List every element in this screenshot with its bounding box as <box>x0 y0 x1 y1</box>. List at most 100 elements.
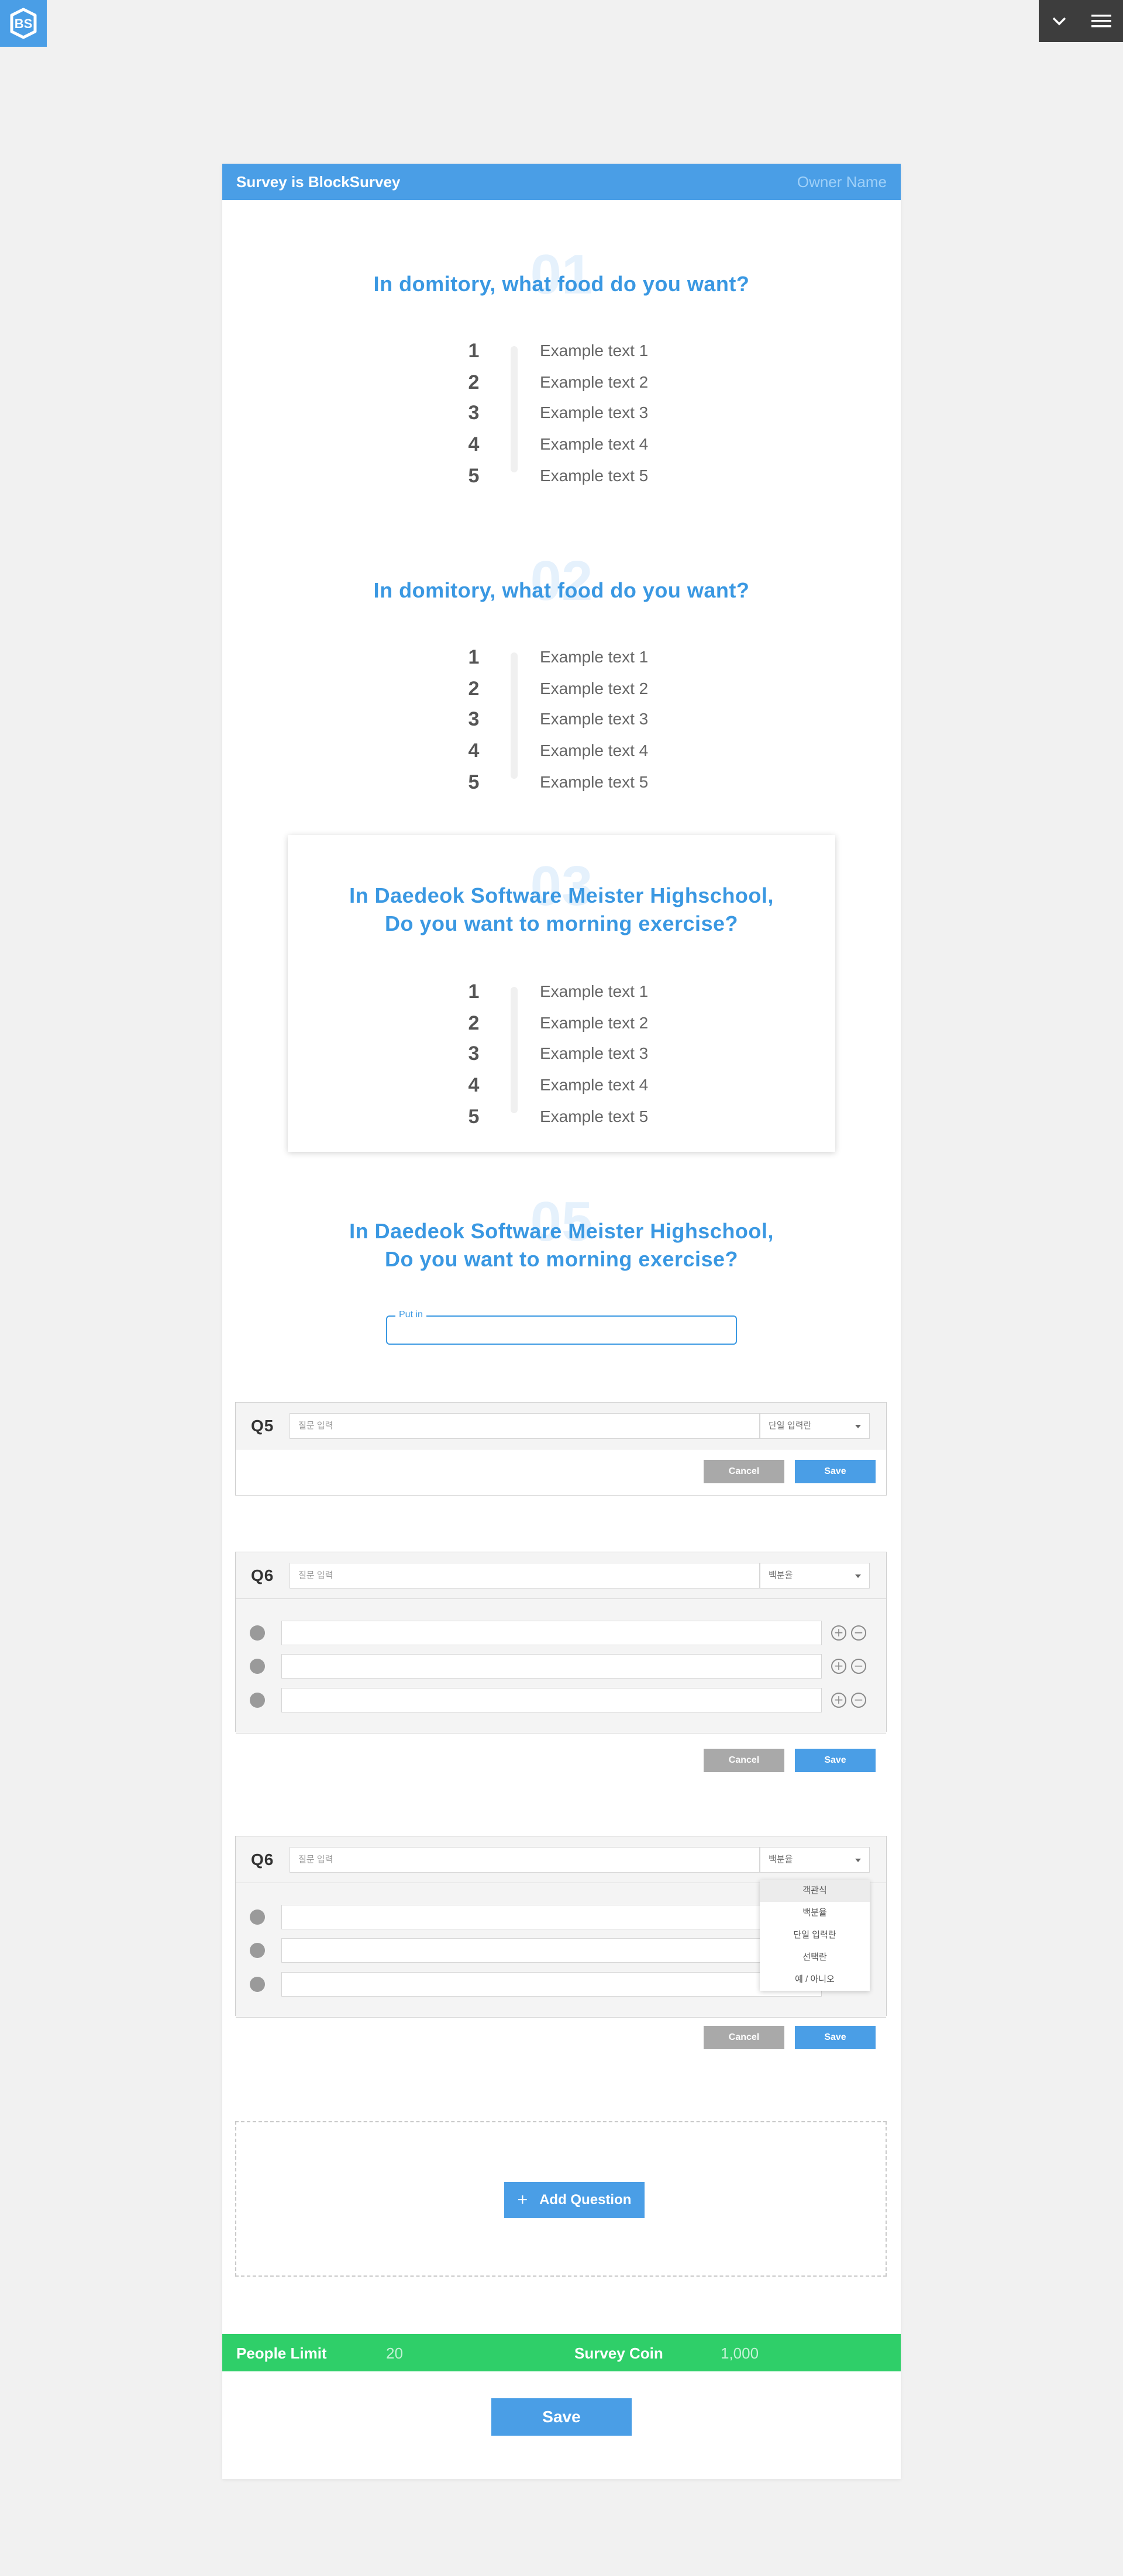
option-item[interactable]: 3 Example text 3 <box>462 1042 696 1065</box>
plus-circle-icon[interactable]: + <box>831 1659 846 1674</box>
option-item[interactable]: 1 Example text 1 <box>462 645 696 669</box>
option-item[interactable]: 4 Example text 4 <box>462 433 696 456</box>
minus-circle-icon[interactable]: − <box>851 1693 866 1708</box>
option-item[interactable]: 4 Example text 4 <box>462 1073 696 1097</box>
app-logo[interactable]: BS <box>0 0 47 47</box>
option-text: Example text 5 <box>540 1107 649 1125</box>
plus-icon: + <box>517 2190 528 2209</box>
question-type-value: 백분율 <box>769 1855 793 1864</box>
survey-header: Survey is BlockSurvey Owner Name <box>222 164 901 200</box>
option-number: 5 <box>468 771 480 793</box>
minus-circle-icon[interactable]: − <box>851 1625 866 1641</box>
plus-circle-icon[interactable]: + <box>831 1625 846 1641</box>
save-button[interactable]: Save <box>795 2026 876 2049</box>
option-text: Example text 4 <box>540 1076 649 1094</box>
option-text: Example text 5 <box>540 773 649 791</box>
dropdown-option[interactable]: 백분율 <box>760 1902 870 1924</box>
option-number: 2 <box>468 678 480 700</box>
option-bullet-icon <box>250 1909 265 1925</box>
question-title: In domitory, what food do you want? <box>373 272 750 296</box>
option-item[interactable]: 2 Example text 2 <box>462 371 696 394</box>
dropdown-option[interactable]: 객관식 <box>760 1880 870 1902</box>
option-text: Example text 3 <box>540 403 649 422</box>
minus-circle-icon[interactable]: − <box>851 1659 866 1674</box>
option-item[interactable]: 4 Example text 4 <box>462 739 696 762</box>
question-5: 05 In Daedeok Software Meister Highschoo… <box>222 1194 901 1273</box>
option-item[interactable]: 5 Example text 5 <box>462 1105 696 1128</box>
question-editor-q6-dropdown: Q6 질문 입력 백분율 Cancel Save 객관식 백분율 단일 입력란 … <box>235 1836 887 2049</box>
answer-input[interactable]: Put in <box>386 1310 737 1345</box>
caret-down-icon <box>855 1425 861 1428</box>
option-input[interactable] <box>281 1905 822 1929</box>
option-number: 3 <box>468 1042 480 1065</box>
option-text: Example text 4 <box>540 435 649 453</box>
caret-down-icon <box>855 1574 861 1578</box>
save-button[interactable]: Save <box>795 1460 876 1483</box>
option-text: Example text 2 <box>540 679 649 697</box>
survey-coin-value[interactable]: 1,000 <box>721 2344 759 2363</box>
cancel-button[interactable]: Cancel <box>704 1749 784 1772</box>
option-text: Example text 4 <box>540 741 649 759</box>
chevron-down-icon[interactable] <box>1049 11 1069 31</box>
hamburger-icon[interactable] <box>1090 11 1112 31</box>
question-input[interactable]: 질문 입력 <box>290 1847 760 1873</box>
question-input[interactable]: 질문 입력 <box>290 1563 760 1589</box>
question-type-value: 단일 입력란 <box>769 1421 812 1431</box>
option-input[interactable] <box>281 1654 822 1679</box>
option-bullet-icon <box>250 1659 265 1674</box>
option-text: Example text 3 <box>540 710 649 728</box>
option-bullet-icon <box>250 1977 265 1992</box>
option-number: 1 <box>468 980 480 1003</box>
add-question-button[interactable]: + Add Question <box>504 2182 645 2218</box>
option-number: 4 <box>468 740 480 762</box>
option-input[interactable] <box>281 1972 822 1997</box>
option-item[interactable]: 3 Example text 3 <box>462 401 696 424</box>
option-text: Example text 3 <box>540 1044 649 1062</box>
people-limit-value[interactable]: 20 <box>386 2344 403 2363</box>
add-question-label: Add Question <box>539 2192 632 2208</box>
question-title-line2: Do you want to morning exercise? <box>384 1247 739 1271</box>
editor-header: Q6 질문 입력 백분율 <box>236 1836 886 1883</box>
plus-circle-icon[interactable]: + <box>831 1693 846 1708</box>
caret-down-icon <box>855 1859 861 1862</box>
option-number: 2 <box>468 1012 480 1034</box>
option-item[interactable]: 2 Example text 2 <box>462 677 696 700</box>
option-input[interactable] <box>281 1938 822 1963</box>
save-survey-button[interactable]: Save <box>491 2398 632 2436</box>
option-text: Example text 1 <box>540 341 649 360</box>
owner-name: Owner Name <box>797 172 887 191</box>
option-item[interactable]: 1 Example text 1 <box>462 339 696 362</box>
logo-text: BS <box>15 16 33 31</box>
question-title-line1: In Daedeok Software Meister Highschool, <box>349 883 774 907</box>
option-text: Example text 1 <box>540 982 649 1000</box>
option-item[interactable]: 2 Example text 2 <box>462 1011 696 1035</box>
option-item[interactable]: 5 Example text 5 <box>462 771 696 794</box>
people-limit-label: People Limit <box>236 2344 327 2362</box>
save-button[interactable]: Save <box>795 1749 876 1772</box>
question-type-select[interactable]: 백분율 <box>760 1847 870 1873</box>
option-input[interactable] <box>281 1621 822 1645</box>
option-number: 4 <box>468 433 480 455</box>
dropdown-option[interactable]: 예 / 아니오 <box>760 1969 870 1991</box>
question-type-value: 백분율 <box>769 1570 793 1580</box>
option-item[interactable]: 1 Example text 1 <box>462 980 696 1003</box>
logo-icon: BS <box>10 8 37 39</box>
question-type-dropdown: 객관식 백분율 단일 입력란 선택란 예 / 아니오 <box>760 1880 870 1991</box>
option-item[interactable]: 5 Example text 5 <box>462 464 696 488</box>
dropdown-option[interactable]: 선택란 <box>760 1946 870 1969</box>
editor-question-label: Q5 <box>251 1417 274 1435</box>
cancel-button[interactable]: Cancel <box>704 2026 784 2049</box>
dropdown-option[interactable]: 단일 입력란 <box>760 1924 870 1946</box>
question-type-select[interactable]: 백분율 <box>760 1563 870 1589</box>
option-number: 3 <box>468 708 480 730</box>
question-type-select[interactable]: 단일 입력란 <box>760 1413 870 1439</box>
survey-settings-bar: People Limit 20 Survey Coin 1,000 <box>222 2334 901 2371</box>
option-text: Example text 5 <box>540 467 649 485</box>
option-input[interactable] <box>281 1688 822 1712</box>
question-input[interactable]: 질문 입력 <box>290 1413 760 1439</box>
option-number: 1 <box>468 340 480 362</box>
survey-coin-label: Survey Coin <box>574 2344 663 2362</box>
option-number: 4 <box>468 1074 480 1096</box>
option-item[interactable]: 3 Example text 3 <box>462 707 696 731</box>
cancel-button[interactable]: Cancel <box>704 1460 784 1483</box>
